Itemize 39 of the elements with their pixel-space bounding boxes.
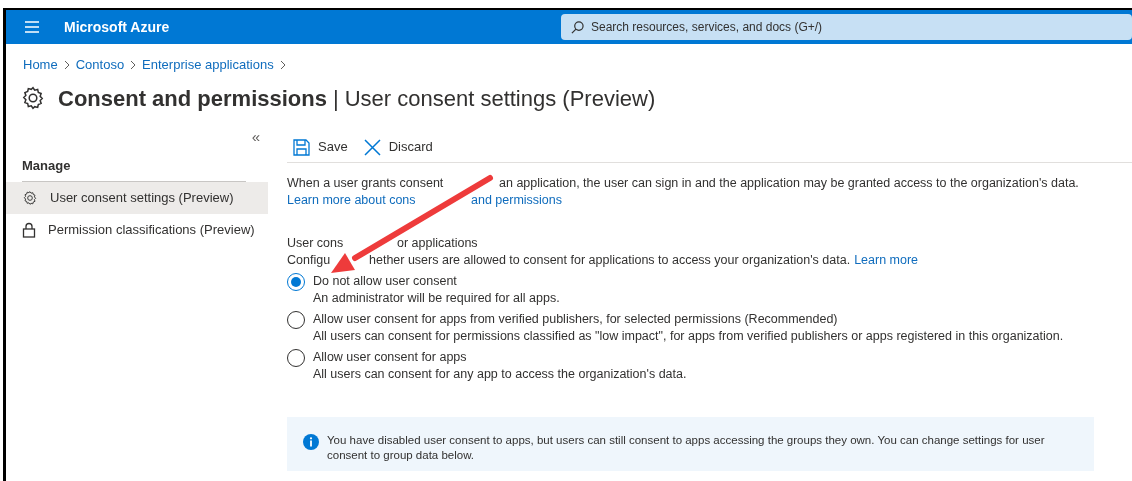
consent-heading: User cons [287,235,344,250]
option-label: Do not allow user consent [313,272,458,290]
option-label: Allow user consent for apps [313,348,468,366]
learn-more-link[interactable]: Learn more about cons [287,192,416,207]
info-text: You have disabled user consent to apps, but users can still consent to apps accessing the groups they own. You can change settings for user consent to group data below. [327,432,1046,463]
breadcrumb-link[interactable]: Enterprise applications [142,55,274,75]
sidebar-item[interactable]: User consent settings (Preview) [6,182,268,214]
search-field[interactable]: Search resources, services, and docs (G+/) [561,14,1132,40]
gear-icon [20,85,46,111]
learn-more-link[interactable]: and permissions [471,191,562,209]
search-icon [571,21,584,34]
consent-description: Configu [287,252,331,267]
page-subtitle: User consent settings (Preview) [344,84,656,113]
breadcrumb-link[interactable]: Home [23,55,58,75]
intro-text: When a user grants consent [287,175,444,190]
save-button[interactable]: Save [293,137,348,157]
chevron-icon [279,59,286,70]
lock-icon [22,222,36,238]
intro-text: an application, the user can sign in and the application may be granted access to the organization's data. [499,174,1079,192]
save-icon [293,138,310,156]
discard-button[interactable]: Discard [363,137,433,157]
brand-name: Microsoft Azure [64,17,170,37]
breadcrumb-link[interactable]: Contoso [75,55,125,75]
chevron-icon [130,59,137,70]
close-icon [363,138,381,156]
page-title: Consent and permissions [58,84,327,113]
collapse-button[interactable]: « [251,128,260,144]
gear-icon [22,190,38,206]
option-detail: An administrator will be required for all apps. [313,289,560,307]
learn-more-link[interactable]: Learn more [854,251,919,269]
menu-icon[interactable] [25,21,39,33]
option-detail: All users can consent for any app to access the organization's data. [313,365,687,383]
option-label: Allow user consent for apps from verified publishers, for selected permissions (Recommended) [313,310,839,328]
consent-description: hether users are allowed to consent for applications to access your organization's data. [369,251,851,269]
consent-heading: or applications [397,234,478,252]
chevron-icon [63,59,70,70]
info-icon [303,433,319,450]
title-separator: | [332,84,339,113]
option-detail: All users can consent for permissions classified as "low impact", for apps from verified publishers or apps registered in this organization. [313,327,1064,345]
